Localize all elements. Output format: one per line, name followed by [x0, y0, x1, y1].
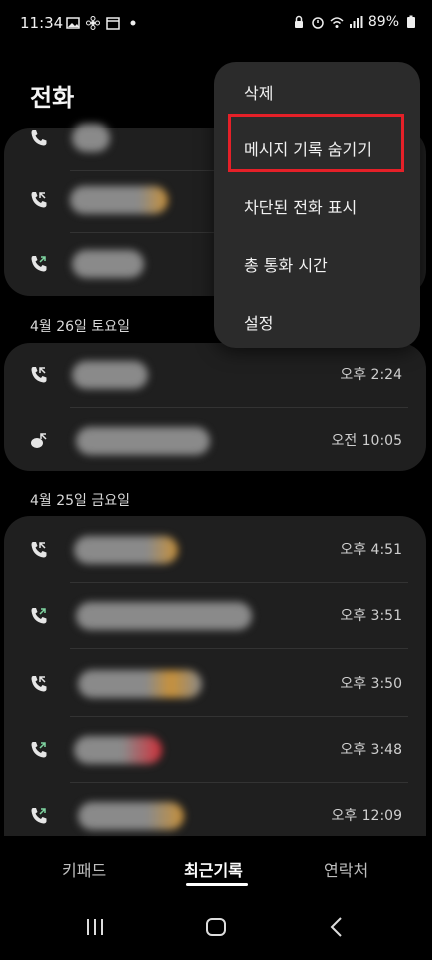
contact-name-redacted	[78, 670, 202, 698]
menu-item-show-blocked-calls[interactable]: 차단된 전화 표시	[244, 194, 357, 218]
contact-name-redacted	[74, 536, 178, 564]
incoming-call-icon	[31, 542, 47, 558]
call-time: 오전 10:05	[331, 433, 402, 449]
contact-name-redacted	[72, 124, 110, 152]
call-time: 오후 2:24	[340, 367, 402, 383]
menu-item-delete[interactable]: 삭제	[244, 80, 273, 104]
system-navigation-bar	[0, 900, 432, 960]
row-divider	[70, 648, 408, 649]
outgoing-call-icon	[31, 808, 47, 824]
call-time: 오후 3:50	[340, 676, 402, 692]
back-icon[interactable]	[326, 916, 348, 938]
menu-item-hide-message-history[interactable]: 메시지 기록 숨기기	[244, 136, 372, 160]
recent-apps-icon[interactable]	[84, 916, 106, 938]
tab-contacts[interactable]: 연락처	[324, 857, 368, 881]
call-log-row[interactable]: 오후 2:24	[4, 345, 426, 403]
battery-percent: 89%	[367, 14, 399, 30]
call-time: 오후 12:09	[331, 808, 402, 824]
date-header: 4월 26일 토요일	[30, 319, 131, 335]
menu-item-settings[interactable]: 설정	[244, 310, 273, 334]
lock-icon	[294, 15, 303, 28]
signal-icon	[349, 16, 363, 28]
contact-name-redacted	[74, 736, 162, 764]
gallery-icon	[66, 17, 80, 29]
message-call-icon	[31, 433, 47, 448]
outgoing-call-icon	[31, 608, 47, 624]
call-log-group-apr25: 오후 4:51 오후 3:51 오후 3:50 오후 3:48 오후 12:09	[4, 516, 426, 836]
call-time: 오후 3:51	[340, 608, 402, 624]
incoming-call-icon	[31, 367, 47, 383]
call-log-row[interactable]: 오전 10:05	[4, 411, 426, 469]
status-bar: 11:34 89%	[0, 0, 432, 50]
call-log-group-apr26: 오후 2:24 오전 10:05	[4, 343, 426, 471]
menu-item-total-call-time[interactable]: 총 통화 시간	[244, 252, 328, 276]
contact-name-redacted	[72, 250, 144, 278]
call-time: 오후 3:48	[340, 742, 402, 758]
alarm-icon	[312, 17, 324, 29]
tab-active-indicator	[186, 883, 248, 886]
call-log-row[interactable]: 오후 3:50	[4, 654, 426, 712]
contact-name-redacted	[70, 186, 168, 214]
status-system-icons: 89%	[292, 14, 418, 30]
row-divider	[70, 407, 408, 408]
tab-recents[interactable]: 최근기록	[184, 857, 243, 881]
bottom-tabs: 키패드 최근기록 연락처	[0, 845, 432, 895]
battery-icon	[407, 15, 415, 28]
contact-name-redacted	[76, 427, 210, 455]
contact-name-redacted	[72, 361, 148, 389]
contact-name-redacted	[78, 802, 184, 830]
status-time: 11:34	[20, 14, 64, 32]
incoming-call-icon	[31, 676, 47, 692]
date-header: 4월 25일 금요일	[30, 493, 131, 509]
call-log-row[interactable]: 오후 12:09	[4, 786, 426, 844]
row-divider	[70, 716, 408, 717]
overflow-menu: 삭제 메시지 기록 숨기기 차단된 전화 표시 총 통화 시간 설정	[214, 62, 420, 348]
outgoing-call-icon	[31, 256, 47, 272]
contact-name-redacted	[76, 602, 252, 630]
row-divider	[70, 582, 408, 583]
wifi-icon	[330, 17, 344, 28]
call-log-row[interactable]: 오후 3:51	[4, 586, 426, 644]
home-icon[interactable]	[205, 916, 227, 938]
status-notification-icons	[66, 16, 140, 30]
call-time: 오후 4:51	[340, 542, 402, 558]
incoming-call-icon	[31, 130, 47, 146]
call-log-row[interactable]: 오후 4:51	[4, 520, 426, 578]
tab-keypad[interactable]: 키패드	[62, 857, 106, 881]
pinwheel-icon	[86, 16, 100, 30]
call-log-row[interactable]: 오후 3:48	[4, 720, 426, 778]
incoming-call-icon	[31, 192, 47, 208]
calendar-icon	[106, 17, 120, 30]
outgoing-call-icon	[31, 742, 47, 758]
row-divider	[70, 782, 408, 783]
notification-dot-icon	[130, 20, 136, 26]
